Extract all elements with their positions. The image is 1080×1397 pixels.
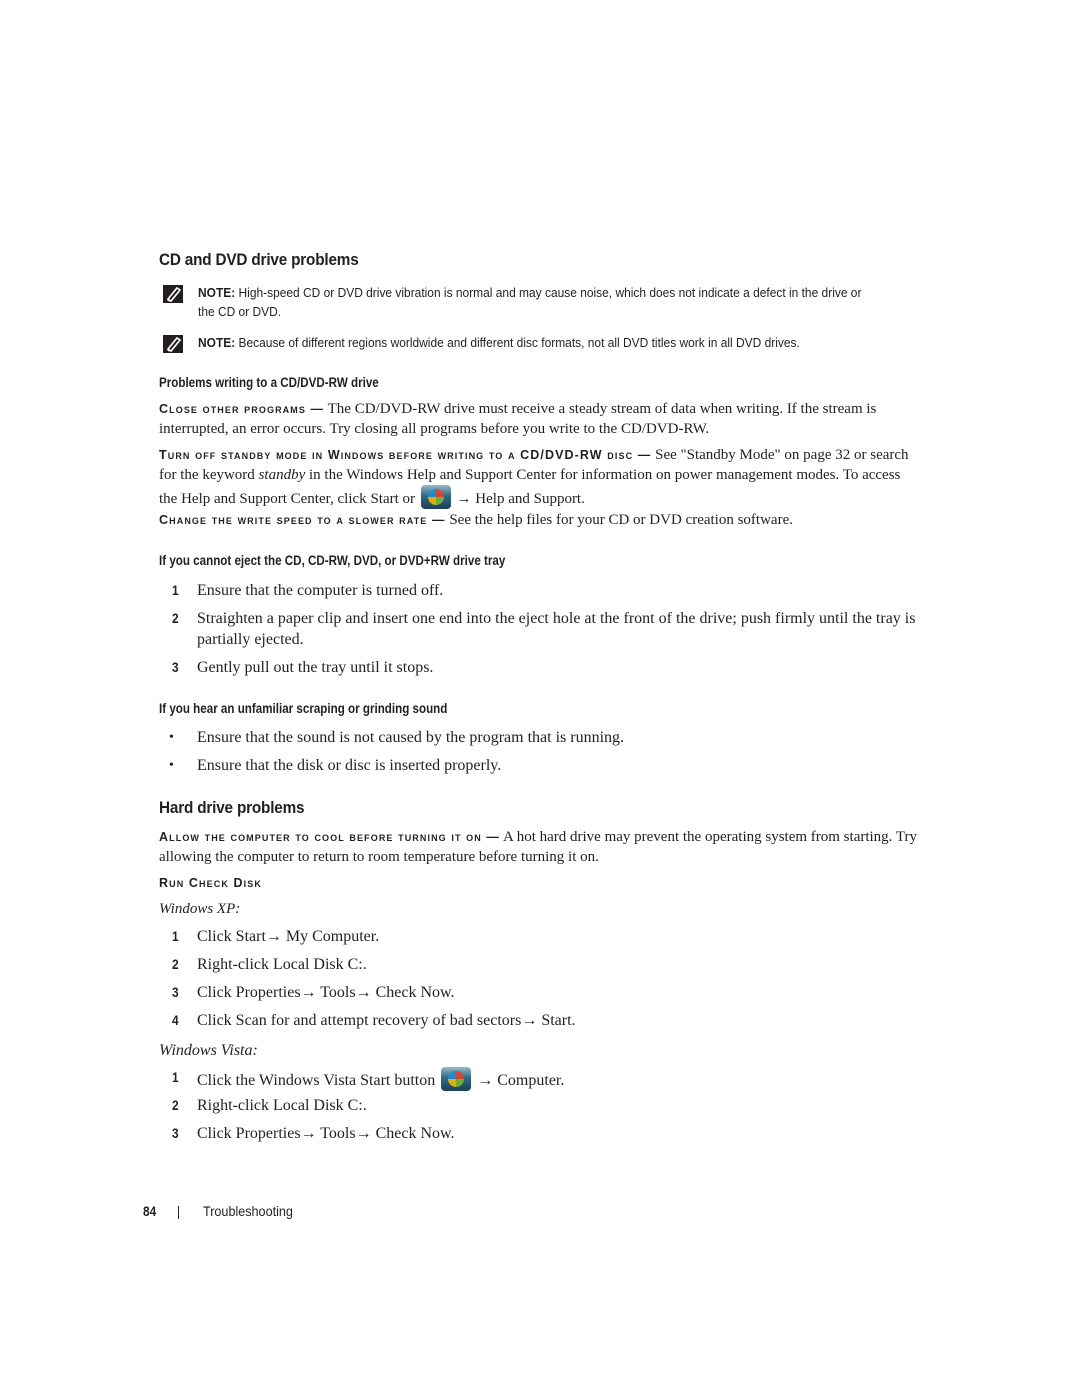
bullet-icon: • [169,758,174,773]
tip-cool: Allow the computer to cool before turnin… [159,829,918,865]
windows-start-icon[interactable] [420,485,451,509]
note-text: NOTE: High-speed CD or DVD drive vibrati… [198,285,862,319]
tip-close-programs: Close other programs — The CD/DVD-RW dri… [159,401,877,437]
tip-check-disk: Run Check Disk [159,876,262,890]
footer-section-title: Troubleshooting [203,1203,293,1219]
os-label-xp: Windows XP: [159,901,241,917]
section-title-cd-dvd: CD and DVD drive problems [159,250,359,269]
subheading-sound: If you hear an unfamiliar scraping or gr… [159,701,448,716]
help-and-support-link[interactable]: Help and Support [475,491,581,507]
tip-write-speed: Change the write speed to a slower rate … [159,512,793,528]
note-regions: NOTE: Because of different regions world… [159,333,929,355]
section-title-hard-drive: Hard drive problems [159,798,305,817]
subheading-writing: Problems writing to a CD/DVD-RW drive [159,375,379,390]
note-text: NOTE: Because of different regions world… [198,335,800,350]
os-label-vista: Windows Vista: [159,1042,258,1059]
page-number: 84 [143,1203,157,1219]
tip-standby: Turn off standby mode in Windows before … [159,447,909,509]
pencil-note-icon [163,335,183,353]
pencil-note-icon [163,285,183,303]
footer-divider [178,1206,179,1219]
bullet-icon: • [169,730,174,745]
note-vibration: NOTE: High-speed CD or DVD drive vibrati… [159,283,929,323]
windows-start-icon[interactable] [441,1067,472,1091]
subheading-eject: If you cannot eject the CD, CD-RW, DVD, … [159,553,506,568]
start-link[interactable]: Start [370,491,398,507]
manual-page: CD and DVD drive problems NOTE: High-spe… [0,0,1080,1397]
